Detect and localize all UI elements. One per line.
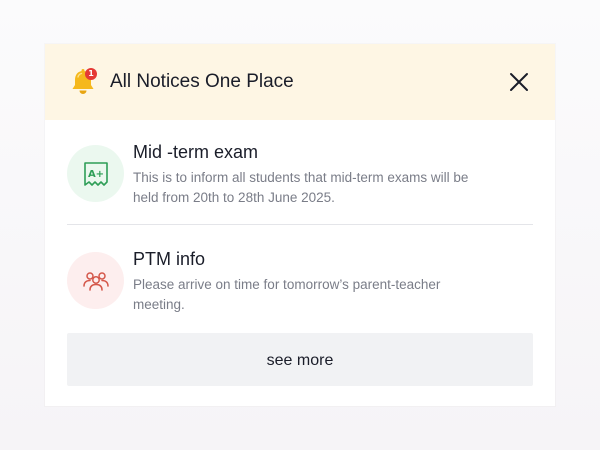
see-more-button[interactable]: see more — [67, 333, 533, 386]
panel-header: 1 All Notices One Place — [45, 44, 555, 120]
exam-grade-icon: A+ — [84, 162, 108, 186]
notices-panel: 1 All Notices One Place A+ Mid -term exa… — [45, 44, 555, 406]
notice-icon-container: A+ — [67, 145, 124, 202]
notice-divider — [67, 224, 533, 225]
notice-icon-container — [67, 252, 124, 309]
close-icon[interactable] — [507, 70, 531, 94]
svg-text:A+: A+ — [88, 169, 104, 180]
notice-title: PTM info — [133, 249, 206, 269]
page-background: 1 All Notices One Place A+ Mid -term exa… — [0, 0, 600, 450]
notice-body: This is to inform all students that mid-… — [133, 170, 469, 205]
notice-body: Please arrive on time for tomorrow’s par… — [133, 277, 441, 312]
parents-group-icon — [83, 272, 109, 291]
notification-count-badge: 1 — [85, 68, 97, 80]
panel-title: All Notices One Place — [110, 71, 294, 92]
notice-title: Mid -term exam — [133, 142, 259, 162]
